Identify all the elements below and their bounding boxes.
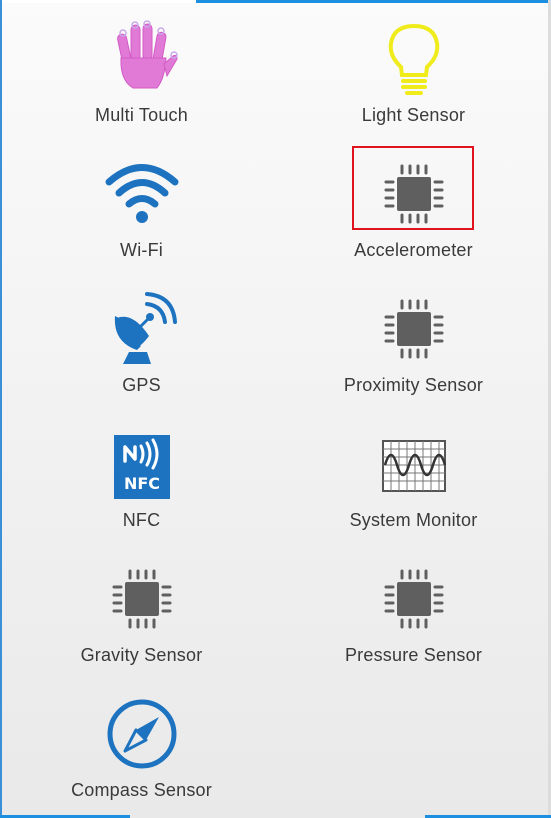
wifi-icon [103, 155, 181, 233]
top-accent-bar [196, 0, 551, 3]
compass-sensor-tile[interactable]: Compass Sensor [5, 685, 278, 818]
proximity-sensor-tile[interactable]: Proximity Sensor [277, 280, 550, 415]
system-monitor-tile[interactable]: System Monitor [277, 415, 550, 550]
oscilloscope-icon [375, 425, 453, 503]
pressure-sensor-label: Pressure Sensor [344, 645, 483, 665]
wifi-label: Wi-Fi [120, 240, 163, 260]
satellite-dish-icon [103, 290, 181, 368]
light-sensor-tile[interactable]: Light Sensor [277, 10, 550, 145]
chip-icon [375, 290, 453, 368]
chip-icon [103, 560, 181, 638]
compass-icon [103, 695, 181, 773]
system-monitor-label: System Monitor [349, 510, 478, 530]
gps-tile[interactable]: GPS [5, 280, 278, 415]
gps-label: GPS [122, 375, 161, 395]
lightbulb-icon [375, 20, 453, 98]
gravity-sensor-tile[interactable]: Gravity Sensor [5, 550, 278, 685]
multi-touch-label: Multi Touch [95, 105, 188, 125]
light-sensor-label: Light Sensor [361, 105, 466, 125]
proximity-sensor-label: Proximity Sensor [343, 375, 484, 395]
nfc-label: NFC [122, 510, 161, 530]
compass-sensor-label: Compass Sensor [71, 780, 212, 800]
accelerometer-tile[interactable]: Accelerometer [277, 145, 550, 280]
left-edge-line [0, 0, 2, 818]
accelerometer-label: Accelerometer [354, 240, 473, 260]
pressure-sensor-tile[interactable]: Pressure Sensor [277, 550, 550, 685]
nfc-icon-text: NFC [123, 474, 159, 493]
gravity-sensor-label: Gravity Sensor [80, 645, 203, 665]
top-edge-bar [0, 0, 196, 3]
hand-icon [103, 20, 181, 98]
nfc-icon: NFC [103, 425, 181, 503]
sensor-grid-screen: Multi Touch Light Sensor Wi-Fi Accelerom… [0, 0, 551, 818]
chip-icon [375, 155, 453, 233]
wifi-tile[interactable]: Wi-Fi [5, 145, 278, 280]
nfc-tile[interactable]: NFC NFC [5, 415, 278, 550]
multi-touch-tile[interactable]: Multi Touch [5, 10, 278, 145]
chip-icon [375, 560, 453, 638]
